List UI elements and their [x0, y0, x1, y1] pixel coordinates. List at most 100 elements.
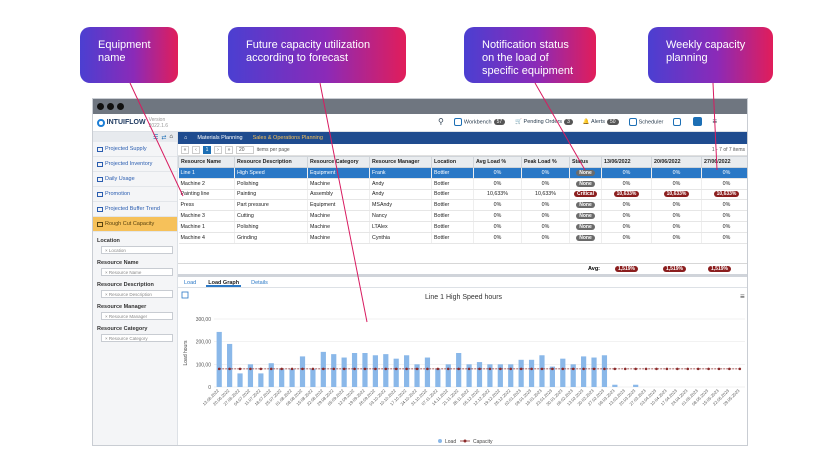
table-cell: High Speed [234, 167, 308, 179]
load-bar [633, 384, 639, 387]
sidebar-item-rough-cut-capacity[interactable]: Rough Cut Capacity [93, 217, 177, 232]
window-maximize-dot[interactable] [117, 103, 124, 110]
column-header[interactable]: Peak Load % [521, 156, 570, 168]
column-header[interactable]: 27/06/2022 [701, 156, 747, 168]
resource-name-filter[interactable]: × Resource Name [101, 268, 173, 276]
column-header[interactable]: Resource Name [178, 156, 235, 168]
table-cell: 0% [601, 178, 652, 190]
load-bar [404, 355, 410, 387]
table-row[interactable]: Machine 4 Grinding Machine Cynthia Bottler 0%… [178, 232, 747, 244]
sidebar-item-projected-buffer-trend[interactable]: Projected Buffer Trend [93, 202, 177, 217]
capacity-point [332, 367, 336, 371]
pending-orders-link[interactable]: 🛒 Pending Orders 3 [515, 118, 573, 125]
resource-description-filter[interactable]: × Resource Description [101, 290, 173, 298]
window-minimize-dot[interactable] [107, 103, 114, 110]
load-bar [289, 368, 295, 387]
y-tick-label: 0 [208, 385, 211, 391]
load-bar [518, 359, 524, 387]
table-cell: Andy [369, 189, 432, 201]
expand-icon[interactable]: ⇄ [161, 134, 166, 141]
capacity-point [665, 367, 669, 371]
table-row[interactable]: Line 1 High Speed Equipment Frank Bottler 0% 0… [178, 167, 747, 179]
tab-load[interactable]: Load [182, 278, 198, 287]
table-row[interactable]: Press Part pressure Equipment MSAndy Bottler… [178, 199, 747, 212]
capacity-point [457, 367, 460, 371]
alerts-link[interactable]: 🔔 Alerts 50 [582, 118, 619, 125]
sidebar-item-projected-inventory[interactable]: Projected Inventory [93, 157, 177, 172]
load-bar [383, 354, 389, 387]
app-logo: INTUIFLOW Version 2022.1.6 [93, 117, 183, 129]
column-header[interactable]: 20/06/2022 [651, 156, 702, 168]
first-page-button[interactable]: « [181, 145, 189, 154]
location-filter[interactable]: × Location [101, 246, 173, 254]
column-header[interactable]: Resource Category [307, 156, 370, 168]
page-size-select[interactable]: 20 [236, 145, 254, 154]
page-number-button[interactable]: 1 [203, 145, 211, 154]
callout-text: Future capacity utilization according to… [246, 39, 371, 64]
tab-sales-operations-planning[interactable]: Sales & Operations Planning [253, 135, 323, 141]
scheduler-link[interactable]: Scheduler [628, 117, 663, 126]
search-icon[interactable]: ⚲ [438, 117, 444, 126]
user-icon[interactable] [693, 117, 703, 126]
resource-category-filter[interactable]: × Resource Category [101, 334, 173, 342]
capacity-point [269, 367, 273, 371]
column-header[interactable]: 13/06/2022 [601, 156, 652, 168]
avg-label: Avg: [588, 266, 601, 272]
filter-label-resource-name: Resource Name [97, 260, 139, 266]
checklist-icon[interactable] [673, 117, 682, 126]
tab-load-graph[interactable]: Load Graph [206, 278, 242, 287]
capacity-point [582, 367, 585, 371]
load-bar [581, 356, 587, 387]
table-cell: None [569, 221, 602, 233]
bell-icon: 🔔 [582, 118, 590, 125]
resource-manager-filter[interactable]: × Resource Manager [101, 312, 173, 320]
workbench-link[interactable]: Workbench 57 [453, 117, 506, 126]
panel-splitter[interactable] [178, 274, 747, 277]
calendar-icon [628, 117, 637, 126]
load-bar [528, 359, 535, 387]
table-cell: Cutting [234, 210, 308, 222]
table-row[interactable]: Machine 3 Cutting Machine Nancy Bottler 0% 0% N… [178, 210, 747, 222]
column-header[interactable]: Resource Description [234, 156, 308, 168]
sidebar-item-promotion[interactable]: Promotion [93, 187, 177, 202]
table-cell: 0% [651, 210, 702, 222]
collapse-icon[interactable]: ☰ [153, 134, 158, 141]
main-panel: ⌂ Materials Planning Sales & Operations … [178, 132, 747, 445]
tab-home[interactable]: ⌂ [184, 135, 187, 141]
capacity-point [436, 367, 440, 371]
menu-icon[interactable]: ≡ [712, 117, 717, 126]
capacity-point [290, 367, 294, 371]
table-cell: 0% [473, 167, 522, 179]
sidebar-item-projected-supply[interactable]: Projected Supply [93, 142, 177, 157]
sidebar-item-label: Promotion [105, 191, 131, 197]
grid-pager: « ‹ 1 › » 20 items per page 1 - 7 of 7 i… [178, 144, 747, 156]
column-header[interactable]: Status [569, 156, 602, 168]
status-badge: None [576, 234, 595, 241]
sidebar-item-daily-usage[interactable]: Daily Usage [93, 172, 177, 187]
table-row[interactable]: Machine 2 Polishing Machine Andy Bottler 0% 0%… [178, 178, 747, 190]
capacity-point [738, 367, 742, 371]
last-page-button[interactable]: » [225, 145, 233, 154]
table-cell: None [569, 199, 602, 212]
column-header[interactable]: Resource Manager [369, 156, 432, 168]
table-row[interactable]: Painting line Painting Assembly Andy Bottler… [178, 189, 747, 201]
capacity-point [353, 367, 356, 371]
table-cell: 0% [651, 167, 702, 179]
capacity-point [592, 367, 596, 371]
table-row[interactable]: Machine 1 Polishing Machine LTAlex Bottler 0%… [178, 221, 747, 233]
column-header[interactable]: Location [431, 156, 474, 168]
table-cell: 0% [601, 210, 652, 222]
next-page-button[interactable]: › [214, 145, 222, 154]
table-cell: 0% [601, 232, 652, 244]
load-bar [435, 368, 441, 387]
alerts-label: Alerts [590, 118, 605, 125]
column-header[interactable]: Avg Load % [473, 156, 522, 168]
window-close-dot[interactable] [97, 103, 104, 110]
table-cell: None [569, 167, 602, 179]
capacity-point [478, 367, 481, 371]
tab-details[interactable]: Details [249, 278, 270, 287]
tab-materials-planning[interactable]: Materials Planning [197, 135, 242, 141]
filter-label-location: Location [97, 238, 120, 244]
prev-page-button[interactable]: ‹ [192, 145, 200, 154]
home-icon[interactable]: ⌂ [169, 134, 173, 140]
